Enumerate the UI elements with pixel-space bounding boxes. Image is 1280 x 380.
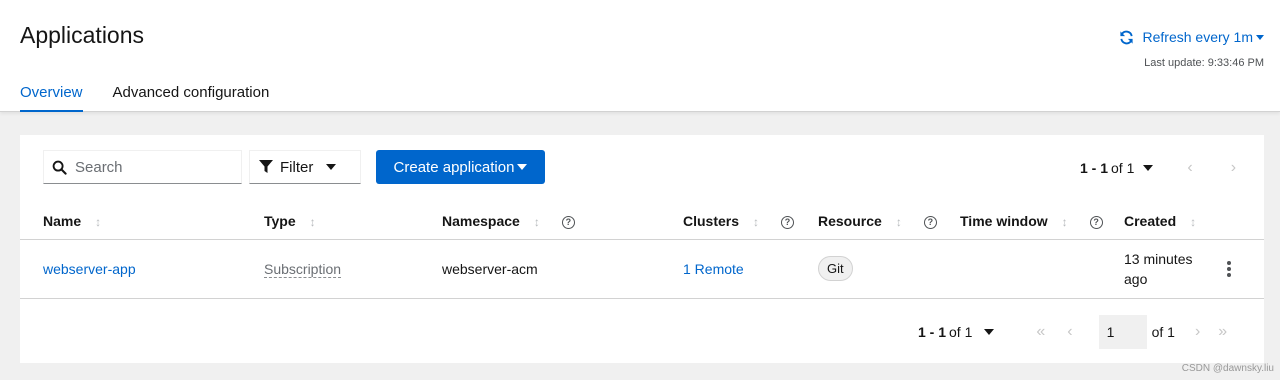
last-update-text: Last update: 9:33:46 PM <box>1144 57 1264 69</box>
column-header-name[interactable]: Name ↕ <box>20 203 264 240</box>
previous-page-icon[interactable]: ‹ <box>1067 323 1072 341</box>
tab-advanced-configuration[interactable]: Advanced configuration <box>113 84 270 112</box>
column-header-time-window[interactable]: Time window ↕? <box>960 203 1124 240</box>
table-row: webserver-app Subscription webserver-acm… <box>20 239 1264 299</box>
last-page-icon[interactable]: » <box>1218 323 1227 341</box>
caret-down-icon <box>1256 34 1264 40</box>
pagination-range: 1 - 1 <box>1080 160 1109 176</box>
search-box <box>43 150 242 184</box>
column-header-created[interactable]: Created ↕ <box>1124 203 1224 240</box>
caret-down-icon <box>984 329 995 335</box>
pagination-of: of 1 <box>1111 160 1135 176</box>
help-icon[interactable]: ? <box>1089 215 1103 229</box>
pagination-top: 1 - 1 of 1 ‹ › <box>1080 159 1236 177</box>
sort-icon: ↕ <box>309 214 316 229</box>
application-name-link[interactable]: webserver-app <box>43 261 136 277</box>
tab-overview[interactable]: Overview <box>20 84 83 112</box>
application-namespace: webserver-acm <box>442 260 538 277</box>
pagination-range: 1 - 1 <box>918 324 947 340</box>
sort-icon: ↕ <box>1190 214 1197 229</box>
refresh-label: Refresh every 1m <box>1142 29 1253 45</box>
application-type[interactable]: Subscription <box>264 260 342 278</box>
table-header-row: Name ↕ Type ↕ Namespace ↕? Clusters ↕? Resou… <box>20 203 1264 240</box>
previous-page-icon[interactable]: ‹ <box>1187 159 1192 177</box>
column-header-clusters[interactable]: Clusters ↕? <box>683 203 818 240</box>
column-header-resource[interactable]: Resource ↕? <box>818 203 960 240</box>
application-created-line1: 13 minutes <box>1124 250 1193 267</box>
pagination-range-toggle[interactable]: 1 - 1 of 1 <box>1080 160 1154 176</box>
search-input[interactable] <box>75 158 225 176</box>
pagination-of: of 1 <box>949 324 973 340</box>
sort-icon: ↕ <box>895 214 902 229</box>
watermark: CSDN @dawnsky.liu <box>1181 363 1274 374</box>
caret-down-icon <box>326 164 337 170</box>
tab-bar: Overview Advanced configuration <box>20 84 299 112</box>
sort-icon: ↕ <box>95 214 102 229</box>
page-title: Applications <box>20 22 145 48</box>
help-icon[interactable]: ? <box>923 215 937 229</box>
resource-badge: Git <box>818 256 853 281</box>
column-header-type[interactable]: Type ↕ <box>264 203 442 240</box>
filter-dropdown[interactable]: Filter <box>249 150 361 184</box>
filter-label: Filter <box>280 158 314 176</box>
refresh-icon <box>1119 30 1133 44</box>
page-header: Applications Refresh every 1m Last updat… <box>0 0 1280 112</box>
filter-icon <box>259 160 273 173</box>
page-total: of 1 <box>1151 324 1175 340</box>
caret-down-icon <box>517 164 528 170</box>
column-header-actions <box>1224 203 1264 240</box>
create-application-label: Create application <box>393 158 515 176</box>
pagination-bottom: 1 - 1 of 1 « ‹ of 1 › » <box>918 315 1227 349</box>
search-icon <box>52 160 67 175</box>
applications-table: Name ↕ Type ↕ Namespace ↕? Clusters ↕? Resou… <box>20 203 1264 299</box>
kebab-menu-icon[interactable] <box>1224 260 1234 277</box>
application-clusters-link[interactable]: 1 Remote <box>683 261 744 277</box>
pagination-range-toggle[interactable]: 1 - 1 of 1 <box>918 324 995 340</box>
sort-icon: ↕ <box>753 214 760 229</box>
help-icon[interactable]: ? <box>781 215 795 229</box>
application-created-line2: ago <box>1124 270 1148 287</box>
refresh-interval-dropdown[interactable]: Refresh every 1m <box>1119 29 1264 45</box>
help-icon[interactable]: ? <box>561 215 575 229</box>
page-number-input[interactable] <box>1098 315 1147 349</box>
caret-down-icon <box>1143 165 1154 171</box>
sort-icon: ↕ <box>533 214 540 229</box>
create-application-button[interactable]: Create application <box>376 150 545 184</box>
applications-card: Filter Create application 1 - 1 of 1 ‹ ›… <box>20 135 1264 363</box>
next-page-icon[interactable]: › <box>1231 159 1236 177</box>
first-page-icon[interactable]: « <box>1036 323 1045 341</box>
column-header-namespace[interactable]: Namespace ↕? <box>442 203 683 240</box>
next-page-icon[interactable]: › <box>1195 323 1200 341</box>
sort-icon: ↕ <box>1061 214 1068 229</box>
